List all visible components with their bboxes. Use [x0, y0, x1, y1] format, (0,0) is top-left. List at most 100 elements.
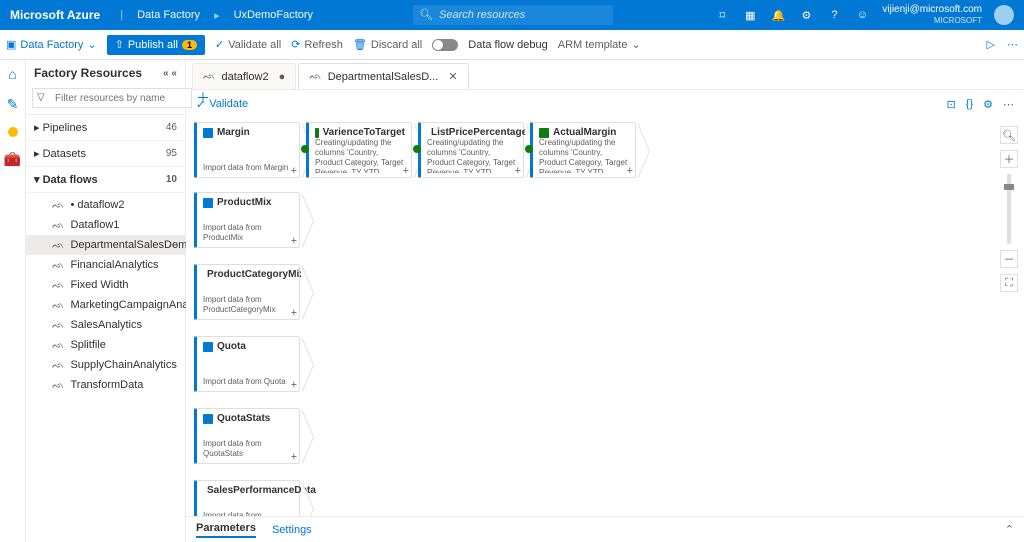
add-step-button[interactable]: +	[291, 379, 297, 391]
dataflow-icon: ᨒ	[52, 300, 64, 311]
dirty-indicator-icon[interactable]: ●	[279, 71, 286, 83]
arm-template-label: ARM template	[558, 39, 628, 51]
filter-input[interactable]	[32, 88, 192, 108]
dataflow-node[interactable]: MarginImport data from Margin+	[194, 122, 300, 178]
editor-tab[interactable]: ᨒDepartmentalSalesD...✕	[298, 63, 468, 89]
section-dataflows[interactable]: ▾ Data flows 10	[26, 167, 185, 193]
dataflow-node[interactable]: ListPricePercentageCreating/updating the…	[418, 122, 524, 178]
tab-parameters[interactable]: Parameters	[196, 522, 256, 538]
section-dataflows-label: Data flows	[43, 174, 98, 186]
author-icon[interactable]: ✎	[7, 96, 19, 113]
breadcrumb-data-factory[interactable]: Data Factory	[137, 9, 200, 21]
zoom-search-icon[interactable]: 🔍︎	[1000, 126, 1018, 144]
data-factory-icon: ▣	[6, 38, 16, 51]
add-step-button[interactable]: +	[291, 451, 297, 463]
connector-dot-icon	[413, 145, 421, 153]
more-icon[interactable]: ⋯	[1007, 38, 1018, 51]
dataflow-icon: ᨒ	[52, 200, 64, 211]
node-title: QuotaStats	[217, 413, 270, 424]
section-datasets[interactable]: ▸ Datasets 95	[26, 141, 185, 167]
sidebar-title: Factory Resources	[34, 66, 142, 80]
tab-settings[interactable]: Settings	[272, 524, 312, 536]
code-view-icon[interactable]: ⊡	[947, 98, 956, 111]
publish-all-label: Publish all	[128, 39, 178, 51]
dataflow-item[interactable]: ᨒSalesAnalytics	[26, 315, 185, 335]
avatar[interactable]	[994, 5, 1014, 25]
section-datasets-label: Datasets	[43, 148, 86, 160]
add-step-button[interactable]: +	[291, 235, 297, 247]
source-icon	[203, 198, 213, 208]
add-step-button[interactable]: +	[291, 307, 297, 319]
validate-all-button[interactable]: ✓Validate all	[215, 38, 281, 51]
dataflow-item[interactable]: ᨒFixed Width	[26, 275, 185, 295]
feedback-icon[interactable]: ☺	[854, 7, 870, 23]
dataflow-node[interactable]: ProductCategoryMixImport data from Produ…	[194, 264, 300, 320]
global-search[interactable]: 🔍︎	[413, 5, 613, 25]
add-step-button[interactable]: +	[403, 165, 409, 177]
add-step-button[interactable]: +	[515, 165, 521, 177]
settings-icon[interactable]: ⚙	[798, 7, 814, 23]
dataflow-node[interactable]: QuotaImport data from Quota+	[194, 336, 300, 392]
data-factory-dropdown[interactable]: ▣ Data Factory ⌄	[6, 38, 97, 51]
dataflow-item[interactable]: ᨒMarketingCampaignAnalytics	[26, 295, 185, 315]
section-pipelines[interactable]: ▸ Pipelines 46	[26, 115, 185, 141]
monitor-icon[interactable]	[8, 127, 18, 137]
editor-tab[interactable]: ᨒdataflow2●	[192, 63, 296, 89]
zoom-out-button[interactable]: －	[1000, 250, 1018, 268]
upload-icon: ⇧	[115, 38, 124, 51]
pin-icon[interactable]: « «	[163, 68, 177, 79]
dataflow-node[interactable]: QuotaStatsImport data from QuotaStats+	[194, 408, 300, 464]
search-icon: 🔍︎	[419, 8, 433, 21]
dataflow-node[interactable]: ProductMixImport data from ProductMix+	[194, 192, 300, 248]
publish-all-button[interactable]: ⇧ Publish all 1	[107, 35, 205, 55]
chevron-down-icon: ⌄	[87, 38, 96, 51]
json-view-icon[interactable]: {}	[966, 98, 973, 111]
close-tab-icon[interactable]: ✕	[448, 70, 457, 83]
refresh-button[interactable]: ⟳Refresh	[291, 38, 343, 51]
dataflow-item[interactable]: ᨒDepartmentalSalesDemo⋯	[26, 235, 185, 255]
dataflow-item[interactable]: ᨒTransformData	[26, 375, 185, 395]
filter-icon: ▽	[37, 92, 45, 103]
node-description: Import data from SalesPerformanceData	[203, 511, 293, 516]
dataflow-node[interactable]: ActualMarginCreating/updating the column…	[530, 122, 636, 178]
dataflow-item[interactable]: ᨒ• dataflow2	[26, 195, 185, 215]
directory-filter-icon[interactable]: ▦	[742, 7, 758, 23]
home-icon[interactable]: ⌂	[8, 66, 16, 82]
node-description: Import data from ProductCategoryMix	[203, 295, 293, 315]
dataflow-icon: ᨒ	[52, 380, 64, 391]
zoom-in-button[interactable]: ＋	[1000, 150, 1018, 168]
dataflow-debug-label: Data flow debug	[468, 39, 548, 51]
dataflow-item[interactable]: ᨒSplitfile	[26, 335, 185, 355]
zoom-slider[interactable]	[1007, 174, 1011, 244]
manage-icon[interactable]: 🧰	[4, 151, 21, 168]
breadcrumb-factory-name[interactable]: UxDemoFactory	[234, 9, 313, 21]
notifications-icon[interactable]: 🔔	[770, 7, 786, 23]
dataflow-icon: ᨒ	[52, 220, 64, 231]
account-org: MICROSOFT	[882, 15, 982, 26]
validate-button[interactable]: ✓Validate	[196, 98, 248, 111]
dataflow-node[interactable]: VarienceToTargetCreating/updating the co…	[306, 122, 412, 178]
node-title: VarienceToTarget	[323, 127, 405, 138]
run-icon[interactable]: ▷	[987, 38, 995, 51]
account-info[interactable]: vijienji@microsoft.com MICROSOFT	[882, 4, 982, 26]
more-icon[interactable]: ⋯	[1003, 98, 1014, 111]
zoom-fit-button[interactable]: ⛶	[1000, 274, 1018, 292]
cloud-shell-icon[interactable]: ⌑	[714, 7, 730, 23]
global-search-input[interactable]	[413, 5, 613, 25]
dataflow-item[interactable]: ᨒDataflow1	[26, 215, 185, 235]
refresh-label: Refresh	[304, 39, 343, 51]
dataflow-node[interactable]: SalesPerformanceDataImport data from Sal…	[194, 480, 300, 516]
item-actions-icon[interactable]: ⋯	[168, 239, 179, 252]
settings-icon[interactable]: ⚙	[983, 98, 993, 111]
dataflow-item[interactable]: ᨒSupplyChainAnalytics	[26, 355, 185, 375]
expand-panel-icon[interactable]: ⌃	[1005, 523, 1014, 536]
dataflow-debug-toggle[interactable]	[432, 39, 458, 51]
data-factory-label: Data Factory	[20, 39, 83, 51]
add-step-button[interactable]: +	[291, 165, 297, 177]
dataflow-item[interactable]: ᨒFinancialAnalytics	[26, 255, 185, 275]
help-icon[interactable]: ?	[826, 7, 842, 23]
arm-template-dropdown[interactable]: ARM template⌄	[558, 38, 641, 51]
dataflow-icon: ᨒ	[203, 71, 215, 82]
discard-all-button[interactable]: 🗑Discard all	[353, 38, 422, 51]
add-step-button[interactable]: +	[627, 165, 633, 177]
